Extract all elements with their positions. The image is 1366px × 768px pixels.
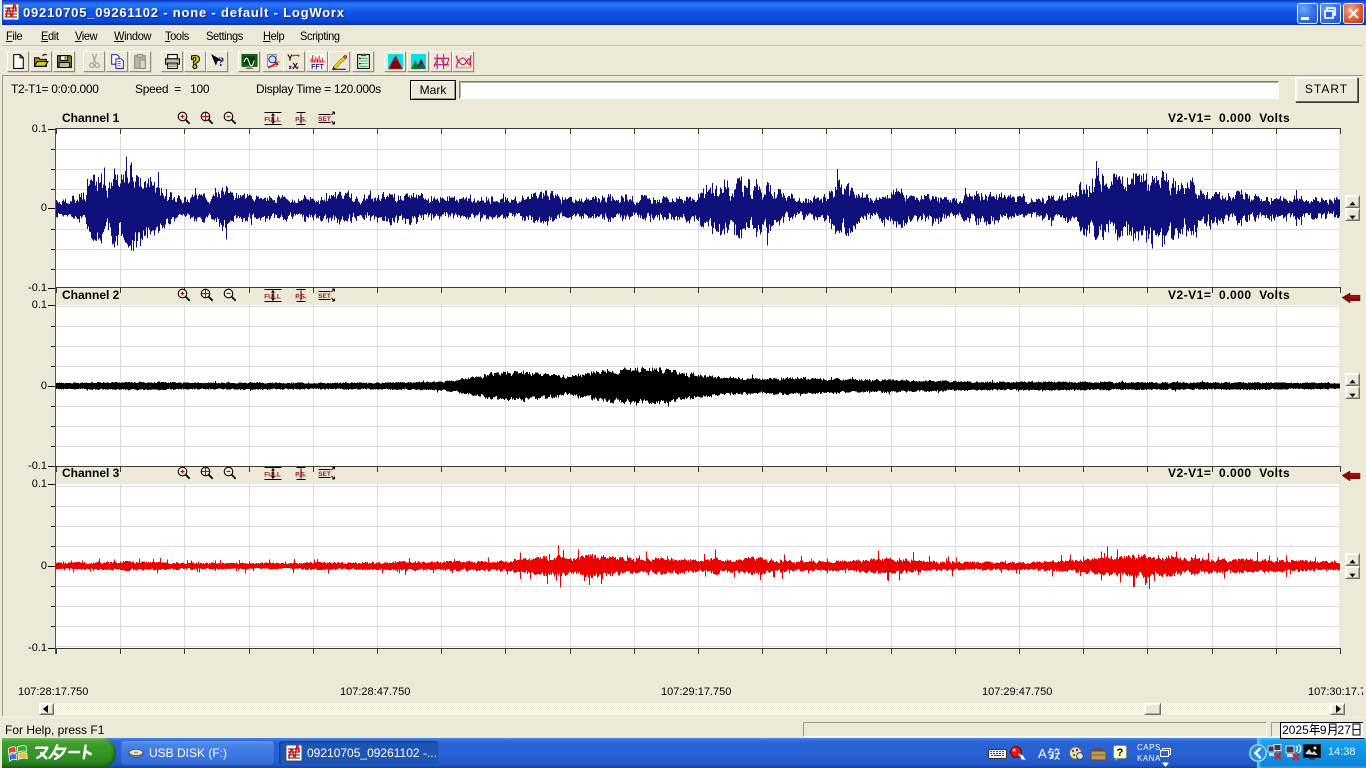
svg-text:FULL: FULL <box>264 117 281 124</box>
svg-text:FULL: FULL <box>264 472 281 479</box>
svg-text:FULL: FULL <box>264 294 281 301</box>
svg-text:SET: SET <box>318 293 331 300</box>
svg-text:?: ? <box>1117 747 1124 759</box>
svg-text:P.S.: P.S. <box>295 294 307 301</box>
svg-text:SET: SET <box>318 116 331 123</box>
svg-text:P.S.: P.S. <box>295 472 307 479</box>
svg-text:P.S.: P.S. <box>295 117 307 124</box>
svg-text:SET: SET <box>318 471 331 478</box>
